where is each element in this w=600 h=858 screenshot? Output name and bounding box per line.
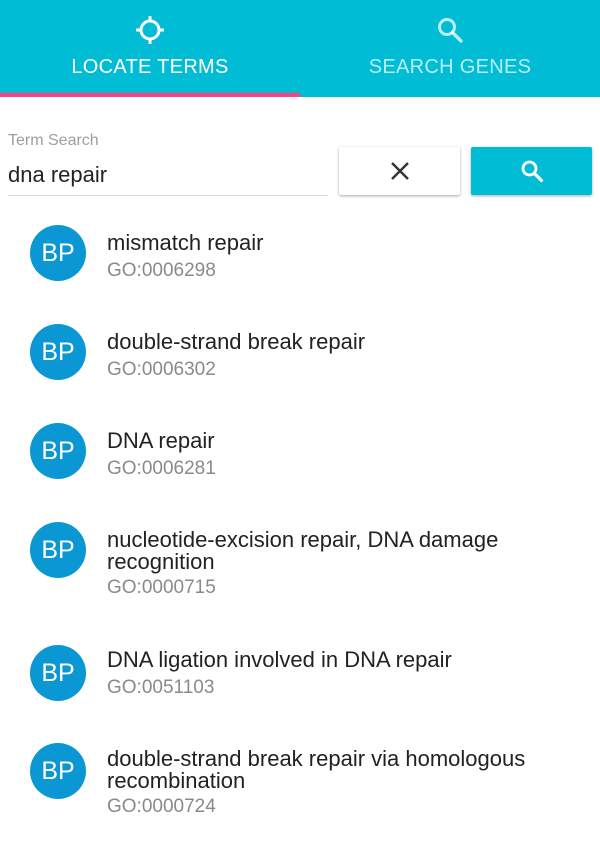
list-item[interactable]: BP double-strand break repair GO:0006302 — [0, 306, 600, 405]
term-name: mismatch repair — [107, 230, 264, 255]
term-name: DNA repair — [107, 428, 215, 453]
search-icon — [434, 14, 466, 46]
term-name: nucleotide-excision repair, DNA damage r… — [107, 527, 499, 574]
term-name: double-strand break repair via homologou… — [107, 746, 526, 793]
list-item[interactable]: BP double-strand break repair via homolo… — [0, 723, 600, 843]
term-name: DNA ligation involved in DNA repair — [107, 647, 452, 672]
category-badge: BP — [30, 743, 86, 799]
term-id: GO:0051103 — [107, 677, 215, 698]
list-item[interactable]: BP DNA ligation involved in DNA repair G… — [0, 624, 600, 723]
term-search-label: Term Search — [8, 132, 99, 149]
search-icon — [521, 160, 543, 183]
tab-label: LOCATE TERMS — [71, 56, 229, 78]
search-button[interactable] — [471, 147, 592, 195]
term-id: GO:0000715 — [107, 577, 216, 598]
category-badge: BP — [30, 645, 86, 701]
list-item[interactable]: BP mismatch repair GO:0006298 — [0, 207, 600, 306]
term-name: double-strand break repair — [107, 329, 366, 354]
close-icon — [390, 162, 409, 180]
input-underline — [8, 195, 328, 196]
category-badge: BP — [30, 423, 86, 479]
term-id: GO:0006281 — [107, 458, 216, 479]
tab-label: SEARCH GENES — [368, 56, 532, 78]
tab-bar: LOCATE TERMS SEARCH GENES — [0, 0, 600, 97]
list-item[interactable]: BP DNA repair GO:0006281 — [0, 405, 600, 504]
term-id: GO:0006302 — [107, 359, 216, 380]
clear-button[interactable] — [339, 147, 460, 195]
term-id: GO:0006298 — [107, 260, 216, 281]
category-badge: BP — [30, 225, 86, 281]
tab-locate-terms[interactable]: LOCATE TERMS — [0, 0, 300, 97]
category-badge: BP — [30, 324, 86, 380]
tab-search-genes[interactable]: SEARCH GENES — [300, 0, 600, 97]
crosshair-icon — [134, 14, 166, 46]
term-search-input[interactable] — [8, 156, 328, 194]
category-badge: BP — [30, 522, 86, 578]
term-id: GO:0000724 — [107, 796, 216, 817]
term-search-field: Term Search — [8, 132, 328, 196]
list-item[interactable]: BP nucleotide-excision repair, DNA damag… — [0, 504, 600, 624]
term-search-bar: Term Search — [0, 97, 600, 207]
